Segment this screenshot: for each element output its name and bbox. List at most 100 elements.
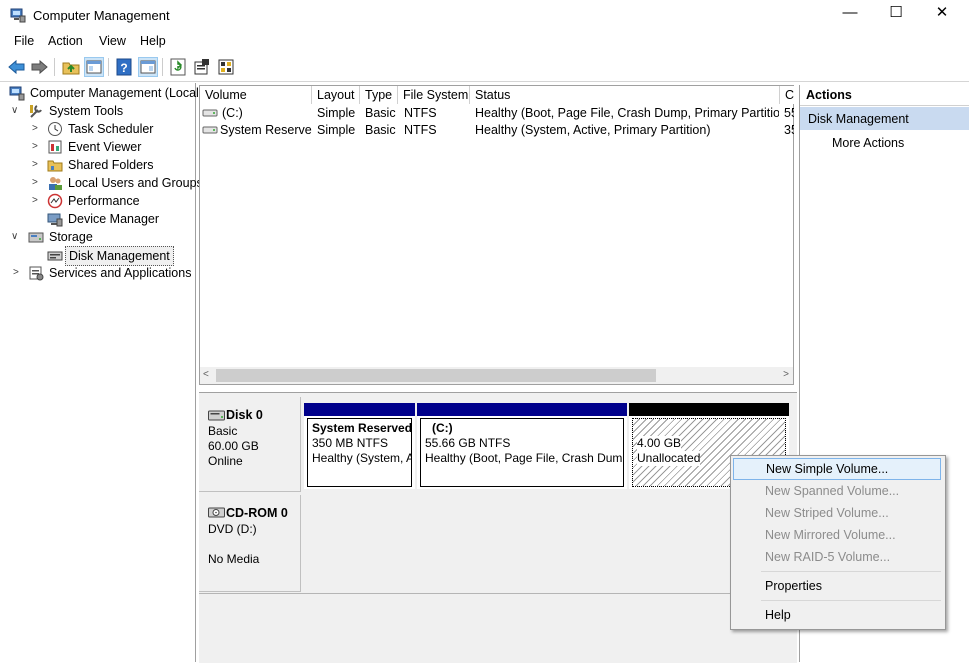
properties-button[interactable] [192,57,212,77]
up-folder-button[interactable] [61,57,81,77]
refresh-button[interactable] [168,57,188,77]
cdrom-0-area[interactable] [302,495,796,592]
menu-bar: File Action View Help [0,31,969,52]
scroll-right-icon[interactable]: > [783,369,789,380]
console-tree-icon [86,60,102,74]
menu-separator [761,600,941,601]
show-hide-action-pane-button[interactable] [138,57,158,77]
tools-icon [28,103,44,119]
chevron-down-icon[interactable]: ∨ [11,228,21,246]
disk-0-header[interactable]: Disk 0 Basic 60.00 GB Online [199,397,301,492]
close-button[interactable]: ✕ [919,0,965,31]
scrollbar-thumb[interactable] [216,369,656,382]
computer-management-icon [9,85,25,101]
properties-icon [194,59,209,75]
tree-label: Storage [49,230,93,244]
menu-item-help[interactable]: Help [733,604,941,626]
computer-management-icon [10,7,26,23]
menu-file[interactable]: File [14,34,34,48]
tree-item-shared-folders[interactable]: > Shared Folders [0,156,195,174]
tree-item-performance[interactable]: > Performance [0,192,195,210]
menu-separator [761,571,941,572]
menu-help[interactable]: Help [140,34,166,48]
column-header-type[interactable]: Type [360,86,398,104]
chevron-down-icon[interactable]: ∨ [11,102,21,120]
cdrom-0-drive: DVD (D:) [208,522,257,536]
scroll-left-icon[interactable]: < [203,369,209,380]
context-menu: New Simple Volume... New Spanned Volume.… [730,455,946,630]
minimize-button[interactable]: — [827,0,873,31]
tree-item-disk-management[interactable]: Disk Management [0,246,195,266]
console-tree: Computer Management (Local ∨ System Tool… [0,83,203,662]
partition-size: 55.66 GB NTFS [425,436,511,450]
disk-management-icon [47,247,63,263]
tree-label: Local Users and Groups [68,176,203,190]
horizontal-scrollbar[interactable]: < > [200,367,793,384]
back-arrow-icon [8,59,25,75]
table-row[interactable]: (C:) Simple Basic NTFS Healthy (Boot, Pa… [200,105,794,122]
volume-name: (C:) [222,106,243,120]
table-row[interactable]: System Reserved Simple Basic NTFS Health… [200,122,794,139]
partition-name: (C:) [432,421,453,435]
chevron-right-icon[interactable]: > [32,138,42,156]
column-header-file-system[interactable]: File System [398,86,470,104]
cdrom-0-name: CD-ROM 0 [226,506,288,520]
column-header-layout[interactable]: Layout [312,86,360,104]
tree-item-services-applications[interactable]: > Services and Applications [0,264,195,282]
window-title: Computer Management [33,8,170,23]
disk-settings-icon [218,59,234,75]
column-header-status[interactable]: Status [470,86,780,104]
menu-action[interactable]: Action [48,34,83,48]
maximize-button[interactable]: ☐ [873,0,919,31]
more-actions-link[interactable]: More Actions [832,136,904,150]
menu-item-new-raid5-volume[interactable]: New RAID-5 Volume... [733,546,941,568]
volume-status: Healthy (Boot, Page File, Crash Dump, Pr… [475,106,779,120]
menu-item-new-mirrored-volume[interactable]: New Mirrored Volume... [733,524,941,546]
help-button[interactable]: ? [114,57,134,77]
minimize-icon: — [842,4,858,21]
chevron-right-icon[interactable]: > [32,120,42,138]
show-hide-console-tree-button[interactable] [84,57,104,77]
forward-button[interactable] [29,57,49,77]
menu-item-new-spanned-volume[interactable]: New Spanned Volume... [733,480,941,502]
tree-label: Computer Management (Local [30,86,199,100]
refresh-icon [170,58,186,76]
actions-section-disk-management[interactable]: Disk Management [800,107,969,130]
tree-item-storage[interactable]: ∨ Storage [0,228,195,246]
volume-layout: Simple [317,106,356,120]
tree-item-task-scheduler[interactable]: > Task Scheduler [0,120,195,138]
chevron-right-icon[interactable]: > [32,192,42,210]
tree-item-computer-management[interactable]: Computer Management (Local [0,84,199,102]
actions-title: Actions [806,88,852,102]
back-button[interactable] [7,57,27,77]
volume-file-system: NTFS [404,123,437,137]
volume-type: Basic [365,106,396,120]
tree-item-event-viewer[interactable]: > Event Viewer [0,138,195,156]
disk-settings-button[interactable] [216,57,236,77]
menu-view[interactable]: View [99,34,126,48]
users-icon [47,175,63,191]
svg-text:?: ? [120,61,127,75]
partition-c[interactable]: (C:) 55.66 GB NTFS Healthy (Boot, Page F… [417,403,627,489]
tree-item-local-users[interactable]: > Local Users and Groups [0,174,203,192]
volume-layout: Simple [317,123,356,137]
menu-item-new-striped-volume[interactable]: New Striped Volume... [733,502,941,524]
partition-name: System Reserved [312,421,412,435]
menu-item-new-simple-volume[interactable]: New Simple Volume... [733,458,941,480]
cdrom-0-header[interactable]: CD-ROM 0 DVD (D:) No Media [199,495,301,592]
menu-item-properties[interactable]: Properties [733,575,941,597]
column-header-capacity[interactable]: C [780,86,794,104]
chevron-right-icon[interactable]: > [13,264,23,282]
chevron-right-icon[interactable]: > [32,174,42,192]
partition-size: 350 MB NTFS [312,436,389,450]
cdrom-0-state: No Media [208,552,260,566]
column-header-volume[interactable]: Volume [200,86,312,104]
actions-section-label: Disk Management [808,112,909,126]
partition-status: Healthy (System, A [312,451,412,465]
volume-name: System Reserved [220,123,312,137]
tree-item-system-tools[interactable]: ∨ System Tools [0,102,195,120]
tree-item-device-manager[interactable]: Device Manager [0,210,195,228]
partition-system-reserved[interactable]: System Reserved 350 MB NTFS Healthy (Sys… [304,403,415,489]
chevron-right-icon[interactable]: > [32,156,42,174]
tree-label: Task Scheduler [68,122,154,136]
